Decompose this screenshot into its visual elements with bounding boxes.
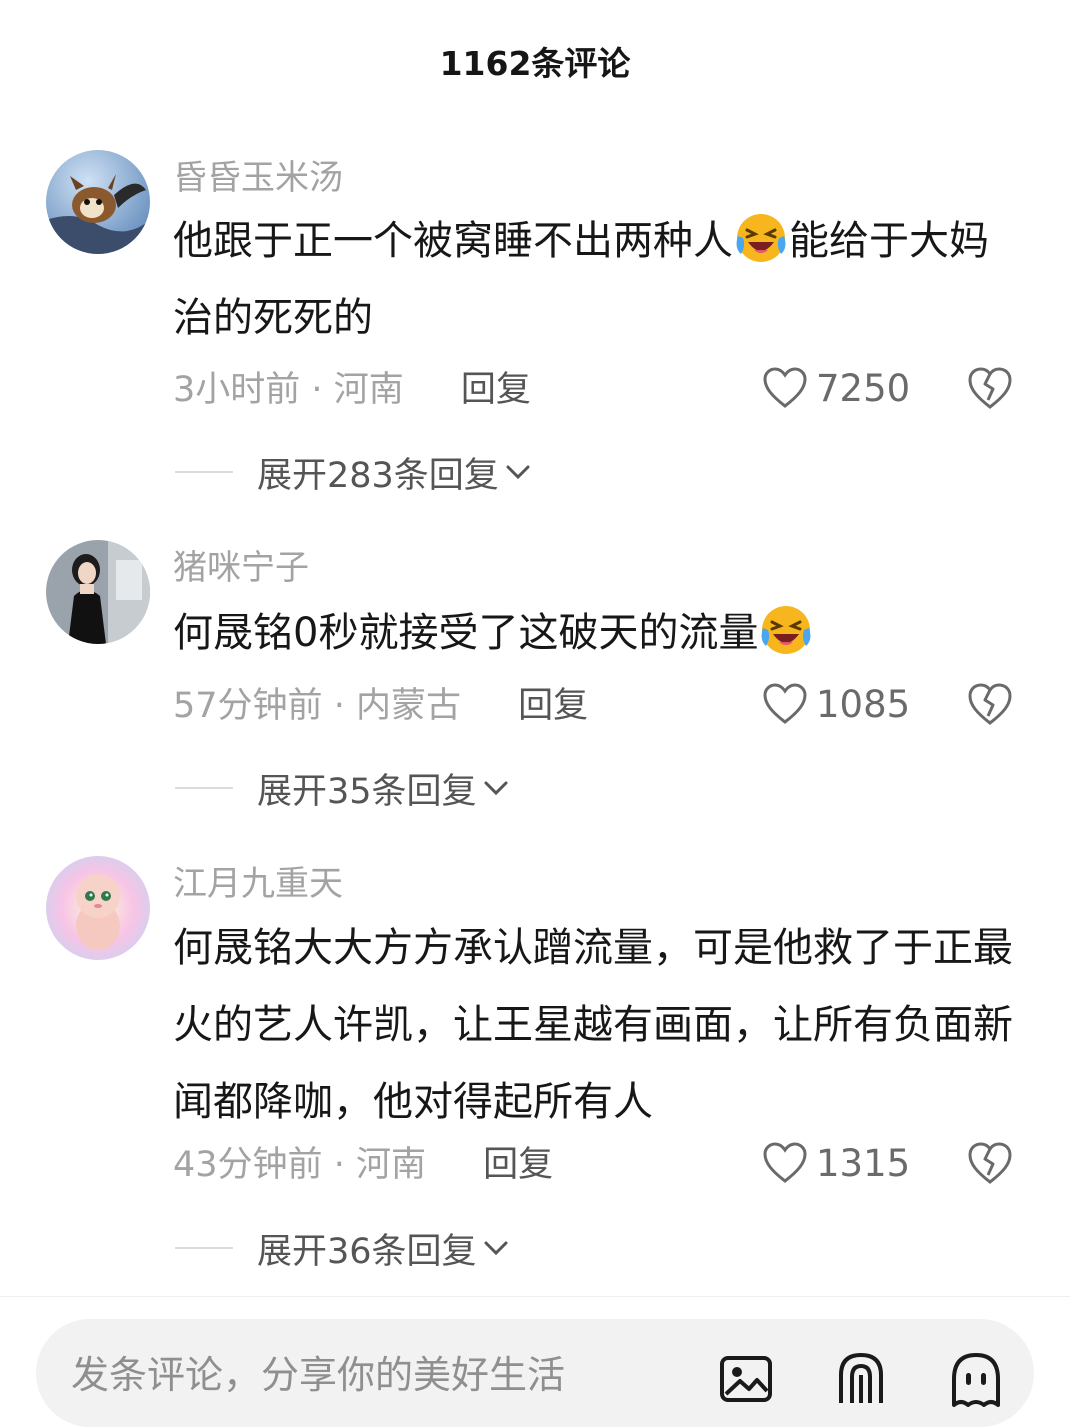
comment-location: 河南 (355, 1145, 426, 1185)
comment-count-title: 1162条评论 (439, 44, 631, 83)
expand-replies-label: 展开35条回复 (257, 771, 477, 812)
comment-meta: 3小时前 · 河南 回复 (173, 370, 531, 410)
chevron-down-icon (506, 465, 530, 480)
laughing-crying-emoji-icon (734, 210, 788, 264)
meta-separator: · (333, 686, 345, 726)
divider (175, 471, 233, 473)
reply-button[interactable]: 回复 (518, 686, 588, 726)
comment-input[interactable]: 发条评论，分享你的美好生活 (36, 1319, 1034, 1427)
image-icon[interactable] (716, 1349, 776, 1409)
broken-heart-icon (968, 367, 1012, 409)
comment-text: 他跟于正一个被窝睡不出两种人 能给于大妈治的死死的 (173, 203, 1023, 357)
comment-location: 内蒙古 (355, 686, 461, 726)
divider (175, 1247, 233, 1249)
laughing-crying-emoji-icon (759, 602, 813, 656)
comment-time: 43分钟前 (173, 1145, 323, 1185)
like-button[interactable]: 1315 (762, 1139, 910, 1187)
like-count: 1315 (816, 1141, 911, 1185)
reply-button[interactable]: 回复 (461, 370, 531, 410)
like-count: 7250 (816, 366, 911, 410)
heart-icon (763, 683, 807, 724)
dislike-button[interactable] (966, 680, 1014, 728)
emoji-ghost-icon[interactable] (946, 1349, 1006, 1409)
expand-replies-label: 展开283条回复 (257, 455, 499, 496)
username[interactable]: 昏昏玉米汤 (173, 158, 343, 198)
comment-text: 何晟铭0秒就接受了这破天的流量 (173, 595, 1023, 672)
chevron-down-icon (484, 781, 508, 796)
meta-separator: · (311, 370, 323, 410)
expand-replies-button[interactable]: 展开36条回复 (175, 1226, 509, 1272)
comment-text: 何晟铭大大方方承认蹭流量，可是他救了于正最火的艺人许凯，让王星越有画面，让所有负… (173, 910, 1023, 1141)
comment-text-part: 何晟铭大大方方承认蹭流量，可是他救了于正最火的艺人许凯，让王星越有画面，让所有负… (173, 925, 1013, 1125)
dislike-button[interactable] (966, 1139, 1014, 1187)
comment-time: 57分钟前 (173, 686, 323, 726)
comment-location: 河南 (333, 370, 404, 410)
expand-replies-button[interactable]: 展开283条回复 (175, 450, 531, 496)
dislike-button[interactable] (966, 364, 1014, 412)
chevron-down-icon (484, 1241, 508, 1256)
heart-icon (763, 367, 807, 408)
like-button[interactable]: 1085 (762, 680, 910, 728)
avatar[interactable] (46, 540, 150, 644)
reply-button[interactable]: 回复 (483, 1145, 553, 1185)
expand-replies-button[interactable]: 展开35条回复 (175, 766, 509, 812)
comment-input-bar: 发条评论，分享你的美好生活 (0, 1296, 1070, 1427)
comment-meta: 43分钟前 · 河南 回复 (173, 1145, 553, 1185)
divider (175, 787, 233, 789)
expand-replies-label: 展开36条回复 (257, 1231, 477, 1272)
username[interactable]: 猪咪宁子 (173, 548, 309, 588)
avatar[interactable] (46, 856, 150, 960)
comment-input-placeholder: 发条评论，分享你的美好生活 (71, 1353, 566, 1397)
avatar[interactable] (46, 150, 150, 254)
broken-heart-icon (968, 1142, 1012, 1184)
comment-meta: 57分钟前 · 内蒙古 回复 (173, 686, 588, 726)
comment-text-part: 他跟于正一个被窝睡不出两种人 (173, 218, 733, 264)
comments-header: 1162条评论 (0, 0, 1070, 128)
broken-heart-icon (968, 683, 1012, 725)
username[interactable]: 江月九重天 (173, 864, 343, 904)
like-count: 1085 (816, 682, 911, 726)
meta-separator: · (333, 1145, 345, 1185)
like-button[interactable]: 7250 (762, 364, 910, 412)
at-mention-icon[interactable] (831, 1349, 891, 1409)
comment-time: 3小时前 (173, 370, 301, 410)
heart-icon (763, 1142, 807, 1183)
comment-text-part: 何晟铭0秒就接受了这破天的流量 (173, 610, 759, 656)
